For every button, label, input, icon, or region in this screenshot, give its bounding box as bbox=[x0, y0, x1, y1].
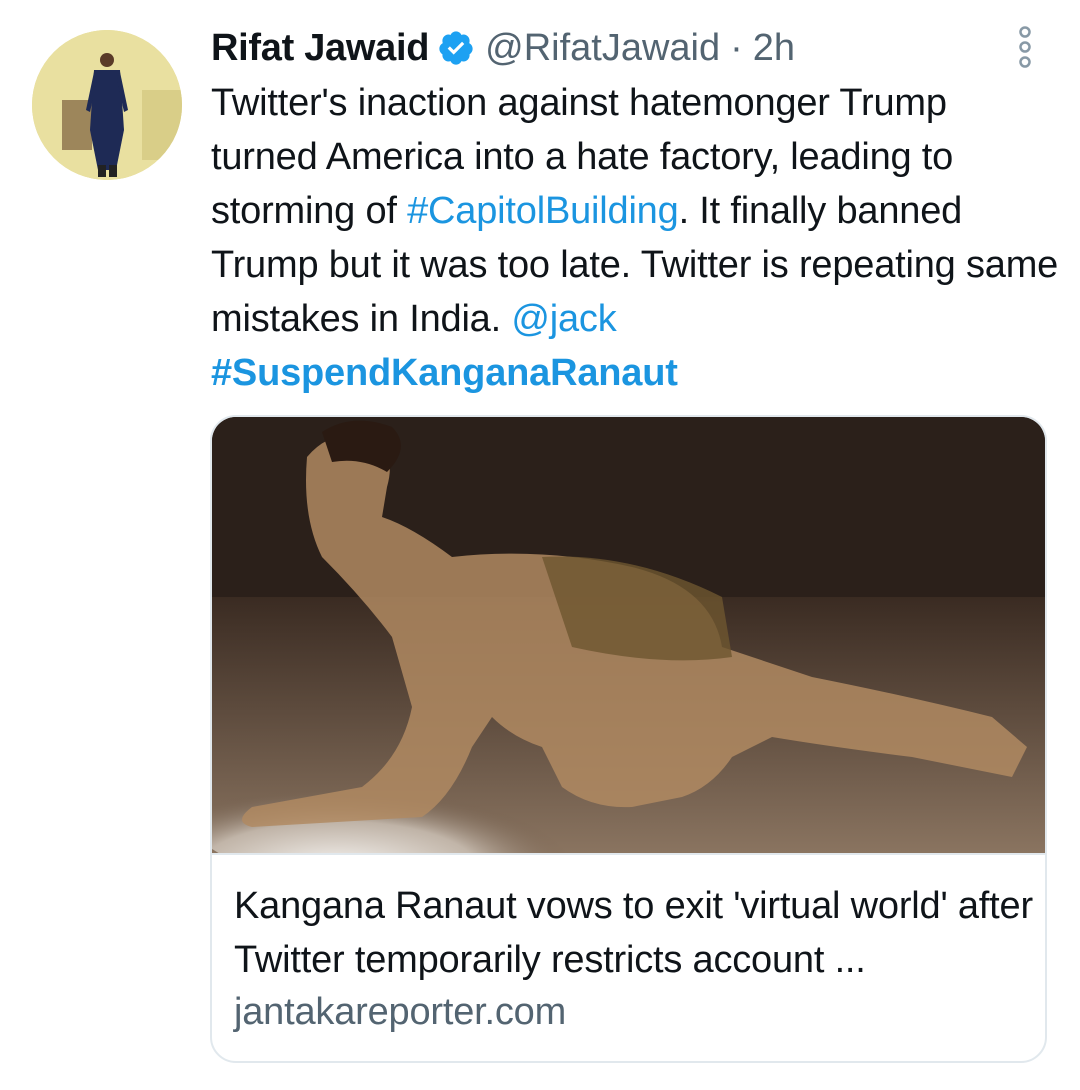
tweet-text: Twitter's inaction against hatemonger Tr… bbox=[211, 76, 1061, 400]
card-domain: jantakareporter.com bbox=[234, 991, 567, 1033]
author-name[interactable]: Rifat Jawaid bbox=[211, 27, 429, 70]
author-handle[interactable]: @RifatJawaid bbox=[485, 27, 720, 70]
header-separator: · bbox=[730, 26, 743, 69]
card-divider bbox=[212, 853, 1045, 855]
card-title: Kangana Ranaut vows to exit 'virtual wor… bbox=[234, 885, 1033, 981]
avatar-image bbox=[32, 30, 182, 180]
tweet-header: Rifat Jawaid @RifatJawaid · 2h bbox=[211, 24, 795, 72]
verified-badge-icon bbox=[437, 29, 475, 67]
tweet[interactable]: Rifat Jawaid @RifatJawaid · 2h Twitter's… bbox=[0, 0, 1080, 1090]
avatar[interactable] bbox=[32, 30, 182, 180]
tweet-timestamp[interactable]: 2h bbox=[753, 27, 795, 70]
mention-link[interactable]: @jack bbox=[511, 298, 616, 340]
link-card[interactable]: Kangana Ranaut vows to exit 'virtual wor… bbox=[210, 415, 1047, 1063]
hashtag-link[interactable]: #CapitolBuilding bbox=[407, 190, 679, 232]
more-options-icon[interactable] bbox=[1012, 26, 1038, 68]
hashtag-link[interactable]: #SuspendKanganaRanaut bbox=[211, 352, 678, 394]
card-image bbox=[212, 417, 1045, 853]
